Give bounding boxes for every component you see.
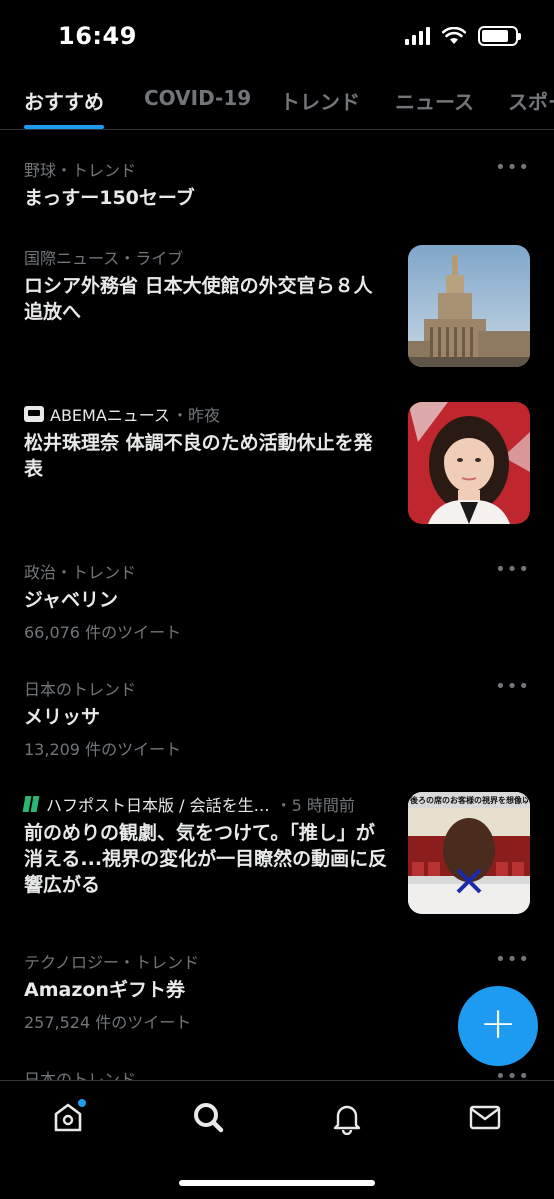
news-headline: 松井珠理奈 体調不良のため活動休止を発表 bbox=[24, 432, 373, 480]
compose-tweet-button[interactable]: + bbox=[458, 986, 538, 1066]
theater-seat-image bbox=[408, 792, 530, 914]
news-time: ・5 時間前 bbox=[275, 796, 355, 815]
abema-logo-icon bbox=[24, 406, 44, 422]
status-time: 16:49 bbox=[58, 22, 137, 50]
tab-recommended[interactable]: おすすめ bbox=[24, 86, 104, 115]
tweet-count: 257,524 件のツイート bbox=[24, 1013, 192, 1032]
tab-covid19[interactable]: COVID-19 bbox=[144, 86, 251, 110]
tab-news[interactable]: ニュース bbox=[395, 86, 474, 115]
nav-notifications[interactable] bbox=[329, 1099, 365, 1136]
trend-item[interactable]: 政治・トレンド ジャベリン 66,076 件のツイート ••• bbox=[24, 559, 530, 643]
bottom-navigation bbox=[0, 1080, 554, 1199]
nav-search[interactable] bbox=[190, 1099, 226, 1135]
news-meta: ハフポスト日本版 / 会話を生… ・5 時間前 bbox=[22, 792, 390, 816]
more-options-icon[interactable]: ••• bbox=[495, 949, 530, 970]
trend-category: 野球・トレンド bbox=[24, 161, 137, 180]
news-item[interactable]: 国際ニュース ・ライブ ロシア外務省 日本大使館の外交官ら８人追放へ bbox=[24, 245, 530, 367]
news-source: ハフポスト日本版 / 会話を生… bbox=[46, 796, 270, 815]
more-options-icon[interactable]: ••• bbox=[495, 1066, 530, 1080]
status-bar: 16:49 bbox=[0, 0, 554, 74]
home-indicator bbox=[179, 1180, 375, 1186]
news-source: 国際ニュース bbox=[24, 249, 120, 268]
news-time: ・昨夜 bbox=[171, 406, 220, 425]
news-thumbnail bbox=[408, 402, 530, 524]
trend-category: 政治・トレンド bbox=[24, 563, 137, 582]
trend-item[interactable]: 日本のトレンド メリッサ 13,209 件のツイート ••• bbox=[24, 676, 530, 760]
active-tab-indicator bbox=[24, 125, 104, 129]
news-item[interactable]: ハフポスト日本版 / 会話を生… ・5 時間前 前のめりの観劇、気をつけて。「推し… bbox=[22, 792, 530, 914]
cellular-signal-icon bbox=[405, 27, 430, 45]
trend-title: まっすー150セーブ bbox=[24, 187, 195, 209]
wifi-icon bbox=[442, 27, 466, 44]
news-item[interactable]: ABEMAニュース ・昨夜 松井珠理奈 体調不良のため活動休止を発表 bbox=[24, 402, 530, 524]
explore-tabs: おすすめ COVID-19 トレンド ニュース スポー bbox=[0, 74, 554, 130]
news-headline: ロシア外務省 日本大使館の外交官ら８人追放へ bbox=[24, 275, 373, 323]
tweet-count: 66,076 件のツイート bbox=[24, 623, 182, 642]
status-icons bbox=[405, 26, 521, 46]
notification-dot bbox=[78, 1099, 86, 1107]
trend-item[interactable]: 野球・トレンド まっすー150セーブ ••• bbox=[24, 157, 530, 211]
trend-item[interactable]: 日本のトレンド ••• bbox=[24, 1066, 530, 1080]
trend-category: 日本のトレンド bbox=[24, 680, 137, 699]
trend-title: Amazonギフト券 bbox=[24, 979, 185, 1001]
kremlin-building-image bbox=[408, 245, 530, 367]
mail-icon bbox=[469, 1105, 501, 1130]
image-caption: 後ろの席のお客様の視界を想像以上 bbox=[410, 796, 528, 805]
trend-item[interactable]: テクノロジー・トレンド Amazonギフト券 257,524 件のツイート ••… bbox=[24, 949, 530, 1033]
battery-icon bbox=[478, 26, 521, 46]
trend-title: メリッサ bbox=[24, 706, 101, 728]
nav-home[interactable] bbox=[50, 1099, 86, 1135]
nav-messages[interactable] bbox=[467, 1099, 503, 1135]
bell-icon bbox=[333, 1105, 361, 1136]
huffpost-logo-icon bbox=[22, 796, 40, 812]
search-icon bbox=[194, 1103, 224, 1133]
tab-sports[interactable]: スポー bbox=[508, 86, 554, 115]
more-options-icon[interactable]: ••• bbox=[495, 559, 530, 580]
tweet-count: 13,209 件のツイート bbox=[24, 740, 182, 759]
trend-title: ジャベリン bbox=[24, 589, 119, 611]
explore-feed: 野球・トレンド まっすー150セーブ ••• 国際ニュース ・ライブ ロシア外務省… bbox=[0, 131, 554, 1080]
plus-icon: + bbox=[479, 998, 517, 1049]
news-source: ABEMAニュース bbox=[50, 406, 170, 425]
news-meta: 国際ニュース ・ライブ bbox=[24, 245, 390, 269]
news-thumbnail bbox=[408, 245, 530, 367]
woman-portrait-image bbox=[408, 402, 530, 524]
tab-trends[interactable]: トレンド bbox=[280, 86, 360, 115]
more-options-icon[interactable]: ••• bbox=[495, 676, 530, 697]
news-meta: ABEMAニュース ・昨夜 bbox=[24, 402, 390, 426]
trend-category: 日本のトレンド bbox=[24, 1070, 137, 1080]
news-thumbnail: 後ろの席のお客様の視界を想像以上 bbox=[408, 792, 530, 914]
news-time: ・ライブ bbox=[119, 249, 184, 268]
news-headline: 前のめりの観劇、気をつけて。「推し」が消える...視界の変化が一目瞭然の動画に反… bbox=[24, 822, 388, 896]
trend-category: テクノロジー・トレンド bbox=[24, 953, 200, 972]
more-options-icon[interactable]: ••• bbox=[495, 157, 530, 178]
